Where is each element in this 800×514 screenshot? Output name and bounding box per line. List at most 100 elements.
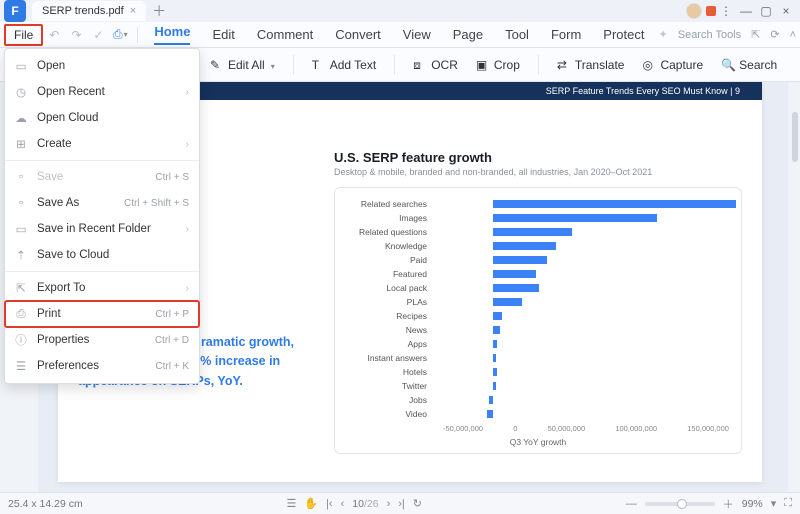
print-icon[interactable]: ⎙ (109, 24, 131, 46)
menubar-separator (137, 27, 138, 43)
tab-form[interactable]: Form (551, 27, 581, 42)
expand-icon[interactable]: ˄ (790, 29, 796, 41)
chart-bar-label: Instant answers (347, 353, 433, 363)
chart-bar (493, 298, 522, 306)
window-close-icon[interactable]: × (776, 1, 796, 21)
file-menu-open-cloud[interactable]: ☁ Open Cloud (5, 105, 199, 131)
tab-title: SERP trends.pdf (42, 5, 124, 17)
printer-icon: ⎙ (13, 308, 29, 321)
file-menu-save-as[interactable]: ▫ Save As Ctrl + Shift + S (5, 190, 199, 216)
zoom-slider-knob[interactable] (677, 499, 687, 509)
file-menu-properties[interactable]: ⓘ Properties Ctrl + D (5, 327, 199, 353)
file-menu-button[interactable]: File (4, 24, 43, 46)
first-page-icon[interactable]: ☰ (286, 497, 296, 510)
file-menu-label: Preferences (37, 360, 147, 372)
tab-view[interactable]: View (403, 27, 431, 42)
chart-bar-row: Local pack (347, 282, 729, 294)
page-current: 10 (352, 498, 364, 510)
chart-column: U.S. SERP feature growth Desktop & mobil… (334, 150, 742, 454)
zoom-out-button[interactable]: — (626, 498, 637, 510)
chart-bar-label: Related questions (347, 227, 433, 237)
vertical-scrollbar[interactable] (790, 82, 800, 492)
prev-page-icon[interactable]: ‹ (341, 498, 345, 510)
search-tools-input[interactable]: Search Tools (678, 29, 741, 41)
hand-tool-icon[interactable]: ✋ (304, 497, 318, 510)
file-menu-shortcut: Ctrl + P (155, 309, 189, 320)
next-page-icon[interactable]: › (387, 498, 391, 510)
file-menu-save-to-cloud[interactable]: ⇡ Save to Cloud (5, 242, 199, 268)
chart-bar (493, 270, 536, 278)
chart-bar (493, 214, 657, 222)
tab-edit[interactable]: Edit (212, 27, 234, 42)
axis-tick: 100,000,000 (615, 424, 657, 433)
axis-tick: -50,000,000 (443, 424, 483, 433)
kebab-menu-icon[interactable]: ⋮ (716, 1, 736, 21)
chart-bar-label: Featured (347, 269, 433, 279)
translate-tool[interactable]: ⇄ Translate (557, 58, 625, 72)
file-menu-preferences[interactable]: ☰ Preferences Ctrl + K (5, 353, 199, 379)
new-tab-button[interactable]: ＋ (152, 1, 166, 21)
tab-convert[interactable]: Convert (335, 27, 381, 42)
file-menu-print[interactable]: ⎙ Print Ctrl + P (5, 301, 199, 327)
plus-box-icon: ⊞ (13, 137, 29, 151)
search-tool[interactable]: 🔍 Search (721, 58, 777, 72)
tab-protect[interactable]: Protect (603, 27, 644, 42)
undo-forward-icon[interactable]: ↷ (65, 24, 87, 46)
tab-home[interactable]: Home (154, 24, 190, 45)
axis-tick: 0 (513, 424, 517, 433)
prev-section-icon[interactable]: |‹ (326, 498, 333, 510)
tab-comment[interactable]: Comment (257, 27, 313, 42)
chart-bar-row: Hotels (347, 366, 729, 378)
page-number-input[interactable]: 10/26 (352, 498, 378, 510)
cloud-sync-icon[interactable]: ⟳ (770, 28, 779, 41)
search-label: Search (739, 58, 777, 72)
file-menu-open-recent[interactable]: ◷ Open Recent › (5, 79, 199, 105)
sliders-icon: ☰ (13, 359, 29, 373)
share-icon[interactable]: ⇱ (751, 28, 760, 41)
capture-tool[interactable]: ◎ Capture (642, 58, 703, 72)
document-tab[interactable]: SERP trends.pdf × (32, 1, 146, 21)
export-icon: ⇱ (13, 281, 29, 295)
ai-star-icon[interactable]: ✦ (659, 28, 668, 41)
tab-tool[interactable]: Tool (505, 27, 529, 42)
chart-bar (493, 326, 500, 334)
crop-icon: ▣ (476, 58, 490, 72)
save-icon[interactable]: ✓ (87, 24, 109, 46)
next-section-icon[interactable]: ›| (398, 498, 405, 510)
tab-page[interactable]: Page (453, 27, 483, 42)
scrollbar-thumb[interactable] (792, 112, 798, 162)
rotate-icon[interactable]: ↻ (413, 497, 422, 510)
ocr-tool[interactable]: ⧈ OCR (413, 58, 458, 72)
chart-bar-row: Apps (347, 338, 729, 350)
chart-bar-row: Twitter (347, 380, 729, 392)
chart-bar (493, 200, 736, 208)
chart-bar-row: Video (347, 408, 729, 420)
page-header-text: SERP Feature Trends Every SEO Must Know … (546, 86, 740, 96)
zoom-slider[interactable] (645, 502, 715, 506)
add-text-tool[interactable]: T Add Text (312, 58, 376, 72)
file-menu-create[interactable]: ⊞ Create › (5, 131, 199, 157)
notification-badge-icon[interactable] (706, 6, 716, 16)
zoom-in-button[interactable]: ＋ (723, 496, 734, 512)
chart-bar-row: Featured (347, 268, 729, 280)
file-menu-save-in-recent[interactable]: ▭ Save in Recent Folder › (5, 216, 199, 242)
file-menu-label: Save in Recent Folder (37, 223, 178, 235)
crop-tool[interactable]: ▣ Crop (476, 58, 520, 72)
file-menu-open[interactable]: ▭ Open (5, 53, 199, 79)
window-maximize-icon[interactable]: ▢ (756, 1, 776, 21)
file-menu-export-to[interactable]: ⇱ Export To › (5, 275, 199, 301)
edit-all-tool[interactable]: ✎ Edit All (210, 58, 275, 72)
file-menu-label: Export To (37, 282, 178, 294)
zoom-dropdown-icon[interactable]: ▾ (771, 497, 777, 510)
add-text-label: Add Text (330, 58, 376, 72)
chart-bar-label: PLAs (347, 297, 433, 307)
fit-page-icon[interactable]: ⛶ (784, 497, 792, 510)
chart-bar (493, 242, 556, 250)
tab-close-icon[interactable]: × (130, 5, 136, 17)
chart-x-label: Q3 YoY growth (347, 437, 729, 447)
toolbar-separator (394, 55, 395, 75)
file-menu-label: Save to Cloud (37, 249, 189, 261)
user-avatar-icon[interactable] (686, 3, 702, 19)
undo-back-icon[interactable]: ↶ (43, 24, 65, 46)
window-minimize-icon[interactable]: — (736, 1, 756, 21)
